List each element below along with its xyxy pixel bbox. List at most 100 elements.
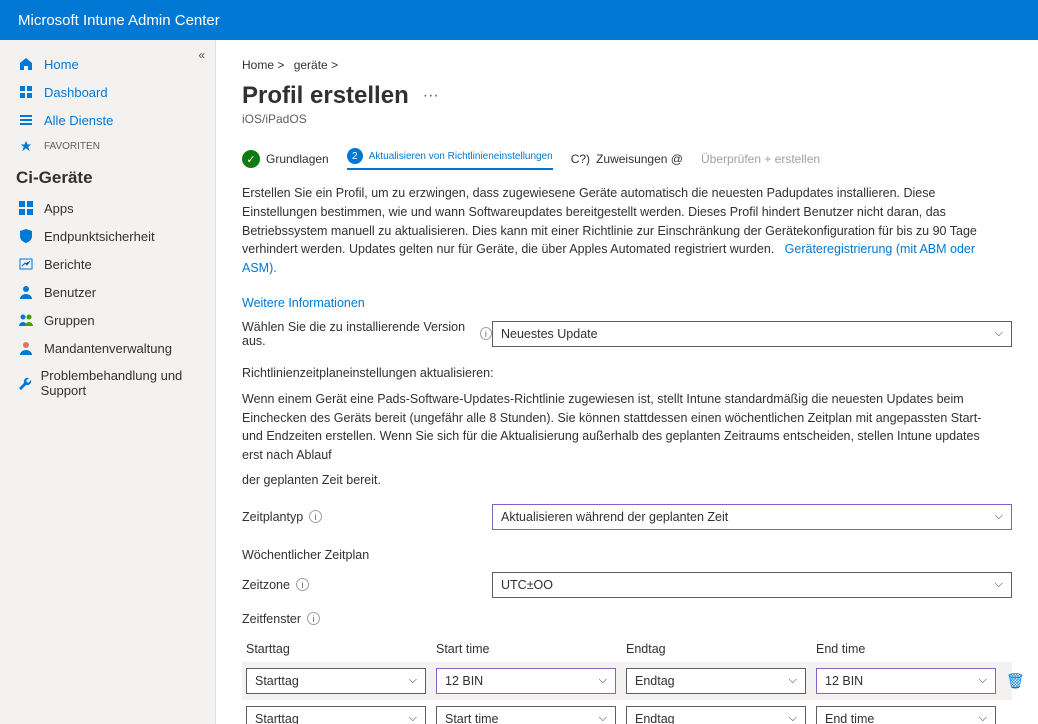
chevron-down-icon: ⌵ xyxy=(409,712,417,724)
chevron-down-icon: ⌵ xyxy=(979,674,987,687)
app-header: Microsoft Intune Admin Center xyxy=(0,0,1038,40)
version-label: Wählen Sie die zu installierende Version… xyxy=(242,320,492,348)
wrench-icon xyxy=(16,375,33,391)
th-startday: Starttag xyxy=(246,642,426,656)
timewindow-label: Zeitfenster i xyxy=(242,612,492,626)
page-subtitle: iOS/iPadOS xyxy=(242,112,1012,126)
breadcrumb-devices[interactable]: geräte > xyxy=(294,58,338,72)
sidebar: « Home Dashboard Alle Dienste FAVORITEN … xyxy=(0,40,216,724)
star-icon xyxy=(16,140,36,152)
version-select-value: Neuestes Update xyxy=(501,327,598,341)
endtime-select[interactable]: 12 BIN⌵ xyxy=(816,668,996,694)
th-endtime: End time xyxy=(816,642,996,656)
schedule-type-label: Zeitplantyp i xyxy=(242,510,492,524)
endday-select[interactable]: Endtag⌵ xyxy=(626,668,806,694)
info-icon[interactable]: i xyxy=(307,612,320,625)
chevron-down-icon: ⌵ xyxy=(979,712,987,724)
nav-home[interactable]: Home xyxy=(0,50,215,78)
nav-tenant[interactable]: Mandantenverwaltung xyxy=(0,334,215,362)
breadcrumb: Home > geräte > xyxy=(242,58,1012,72)
nav-dashboard-label: Dashboard xyxy=(44,85,108,100)
nav-favorites: FAVORITEN xyxy=(0,134,215,158)
schedule-type-select[interactable]: Aktualisieren während der geplanten Zeit… xyxy=(492,504,1012,530)
nav-endpoint[interactable]: Endpunktsicherheit xyxy=(0,222,215,250)
more-icon[interactable]: ··· xyxy=(423,87,439,105)
description-2: Wenn einem Gerät eine Pads-Software-Upda… xyxy=(242,390,1002,465)
chevron-down-icon: ⌵ xyxy=(995,578,1003,591)
main-content: Home > geräte > Profil erstellen ··· iOS… xyxy=(216,40,1038,724)
step-review-label: Überprüfen + erstellen xyxy=(701,152,820,166)
nav-reports[interactable]: Berichte xyxy=(0,250,215,278)
apps-icon xyxy=(16,200,36,216)
delete-row-icon[interactable]: 🗑 xyxy=(1006,672,1036,690)
step-badge: 2 xyxy=(347,148,363,164)
weekly-schedule-heading: Wöchentlicher Zeitplan xyxy=(242,548,1012,562)
reports-icon xyxy=(16,256,36,272)
policy-schedule-heading: Richtlinienzeitplaneinstellungen aktuali… xyxy=(242,366,1012,380)
nav-endpoint-label: Endpunktsicherheit xyxy=(44,229,155,244)
dashboard-icon xyxy=(16,84,36,100)
nav-section-devices: Ci-Geräte xyxy=(0,158,215,194)
tenant-icon xyxy=(16,340,36,356)
breadcrumb-home[interactable]: Home > xyxy=(242,58,284,72)
nav-tenant-label: Mandantenverwaltung xyxy=(44,341,172,356)
chevron-down-icon: ⌵ xyxy=(409,674,417,687)
user-icon xyxy=(16,284,36,300)
th-endday: Endtag xyxy=(626,642,806,656)
nav-allservices[interactable]: Alle Dienste xyxy=(0,106,215,134)
step-basics[interactable]: ✓ Grundlagen xyxy=(242,150,329,168)
timezone-value: UTC±OO xyxy=(501,578,553,592)
wizard-steps: ✓ Grundlagen 2 Aktualisieren von Richtli… xyxy=(242,148,1012,170)
step-update-policy-label: Aktualisieren von Richtlinieneinstellung… xyxy=(369,151,553,162)
nav-apps-label: Apps xyxy=(44,201,74,216)
chevron-down-icon: ⌵ xyxy=(789,674,797,687)
chevron-down-icon: ⌵ xyxy=(995,510,1003,523)
nav-dashboard[interactable]: Dashboard xyxy=(0,78,215,106)
info-icon[interactable]: i xyxy=(309,510,322,523)
endday-select[interactable]: Endtag⌵ xyxy=(626,706,806,724)
step-update-policy[interactable]: 2 Aktualisieren von Richtlinieneinstellu… xyxy=(347,148,553,170)
step-review[interactable]: Überprüfen + erstellen xyxy=(701,152,820,166)
collapse-icon[interactable]: « xyxy=(198,48,205,62)
more-info-link[interactable]: Weitere Informationen xyxy=(242,296,1012,310)
chevron-down-icon: ⌵ xyxy=(995,327,1003,340)
page-title: Profil erstellen xyxy=(242,82,409,110)
schedule-type-value: Aktualisieren während der geplanten Zeit xyxy=(501,510,728,524)
startday-select[interactable]: Starttag⌵ xyxy=(246,668,426,694)
app-title: Microsoft Intune Admin Center xyxy=(18,12,220,29)
chevron-down-icon: ⌵ xyxy=(789,712,797,724)
startday-select[interactable]: Starttag⌵ xyxy=(246,706,426,724)
check-icon: ✓ xyxy=(242,150,260,168)
nav-groups[interactable]: Gruppen xyxy=(0,306,215,334)
description-1: Erstellen Sie ein Profil, um zu erzwinge… xyxy=(242,184,1002,278)
info-icon[interactable]: i xyxy=(296,578,309,591)
info-icon[interactable]: i xyxy=(480,327,492,340)
nav-troubleshoot[interactable]: Problembehandlung und Support xyxy=(0,362,215,404)
groups-icon xyxy=(16,312,36,328)
timezone-select[interactable]: UTC±OO ⌵ xyxy=(492,572,1012,598)
nav-troubleshoot-label: Problembehandlung und Support xyxy=(41,368,199,398)
step-assignments-prefix: C?) xyxy=(571,152,590,166)
nav-groups-label: Gruppen xyxy=(44,313,95,328)
starttime-select[interactable]: Start time⌵ xyxy=(436,706,616,724)
schedule-table: Starttag Start time Endtag End time Star… xyxy=(242,636,1012,724)
starttime-select[interactable]: 12 BIN⌵ xyxy=(436,668,616,694)
chevron-down-icon: ⌵ xyxy=(599,712,607,724)
endtime-select[interactable]: End time⌵ xyxy=(816,706,996,724)
table-row: Starttag⌵ Start time⌵ Endtag⌵ End time⌵ xyxy=(242,700,1012,724)
step-assignments-label: Zuweisungen @ xyxy=(596,152,683,166)
step-assignments[interactable]: C?) Zuweisungen @ xyxy=(571,152,683,166)
nav-home-label: Home xyxy=(44,57,79,72)
th-starttime: Start time xyxy=(436,642,616,656)
shield-icon xyxy=(16,228,36,244)
nav-users[interactable]: Benutzer xyxy=(0,278,215,306)
description-2b: der geplanten Zeit bereit. xyxy=(242,471,1002,490)
nav-users-label: Benutzer xyxy=(44,285,96,300)
nav-allservices-label: Alle Dienste xyxy=(44,113,113,128)
nav-reports-label: Berichte xyxy=(44,257,92,272)
timezone-label: Zeitzone i xyxy=(242,578,492,592)
version-select[interactable]: Neuestes Update ⌵ xyxy=(492,321,1012,347)
nav-favorites-label: FAVORITEN xyxy=(44,141,100,152)
step-basics-label: Grundlagen xyxy=(266,152,329,166)
nav-apps[interactable]: Apps xyxy=(0,194,215,222)
